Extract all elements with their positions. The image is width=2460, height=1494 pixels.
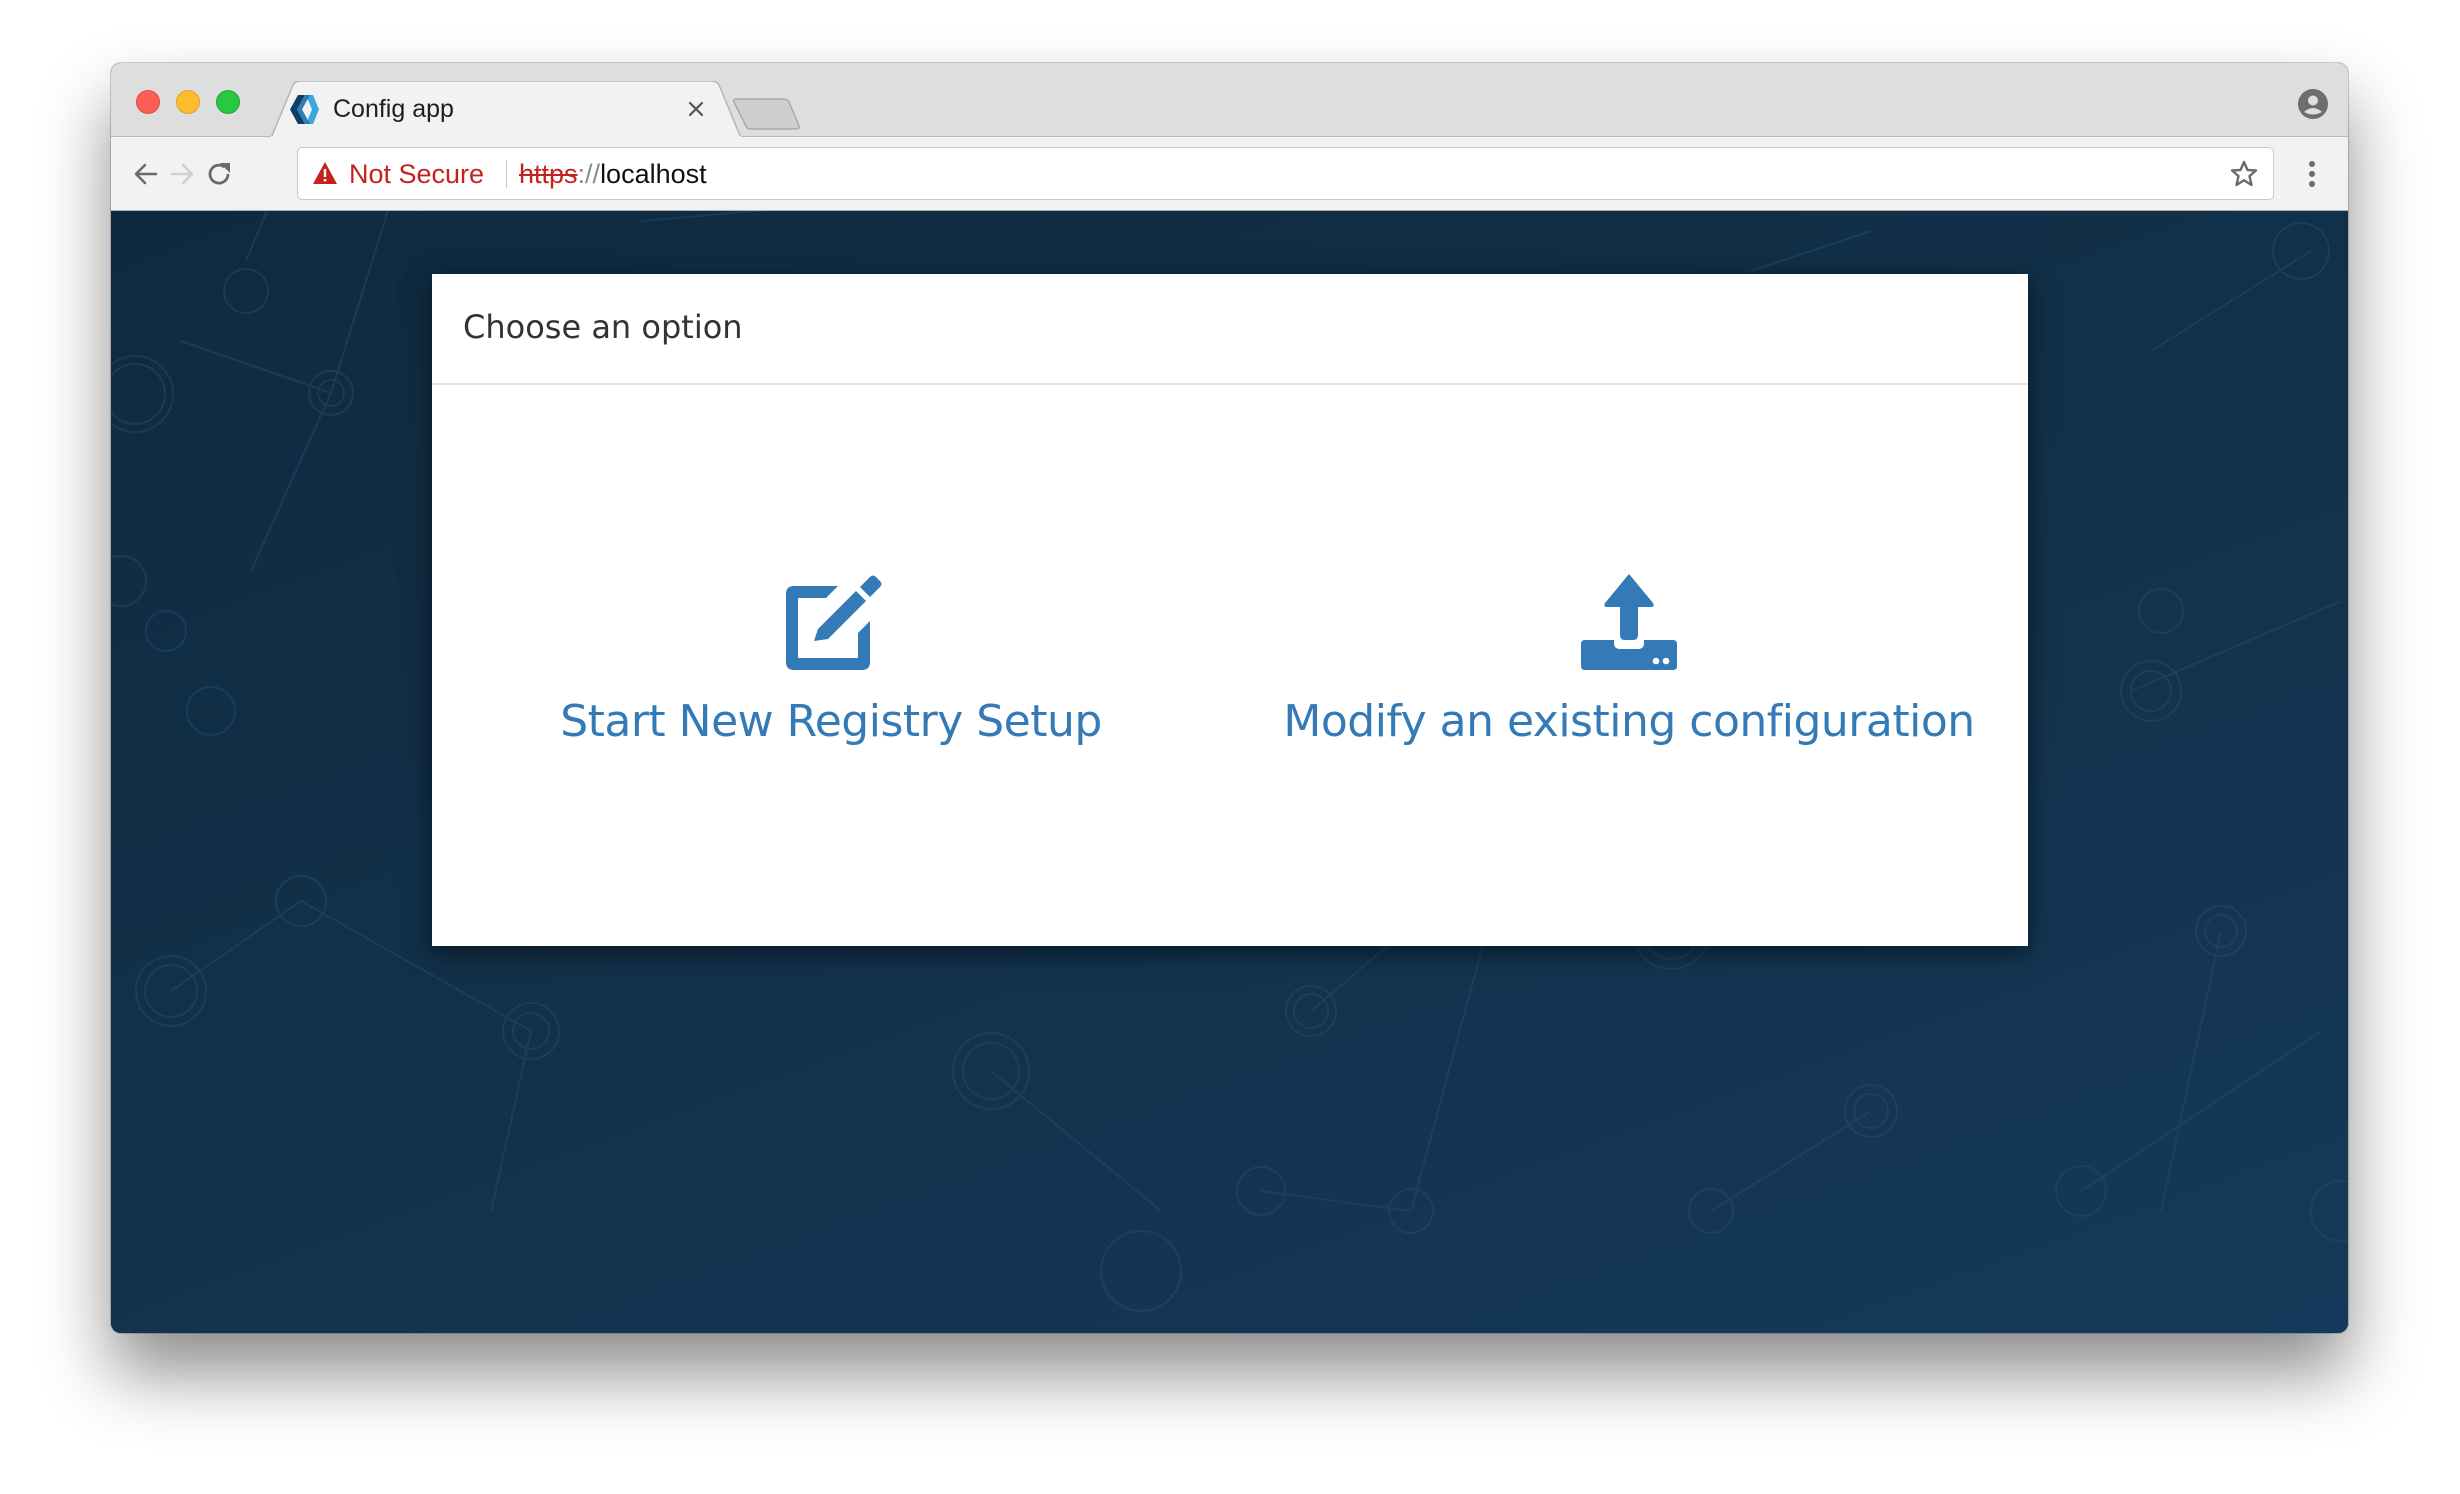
address-bar[interactable]: Not Secure https://localhost xyxy=(297,147,2274,200)
browser-window: Config app Not Secure https://localhost … xyxy=(111,63,2348,1333)
url-host: localhost xyxy=(600,159,707,189)
upload-icon xyxy=(1581,574,1677,670)
more-vertical-icon[interactable] xyxy=(2299,157,2325,191)
start-new-registry-setup-option[interactable]: Start New Registry Setup xyxy=(432,573,1230,763)
maximize-window-button[interactable] xyxy=(216,90,240,114)
url-separator: :// xyxy=(577,159,601,189)
card-title: Choose an option xyxy=(463,308,743,346)
options-list: Start New Registry Setup Modify an exist… xyxy=(432,385,2028,946)
options-card: Choose an option Start New Registry Setu… xyxy=(432,274,2028,946)
page-content: Choose an option Start New Registry Setu… xyxy=(111,211,2348,1333)
card-header: Choose an option xyxy=(432,274,2028,385)
close-window-button[interactable] xyxy=(136,90,160,114)
modify-existing-configuration-option[interactable]: Modify an existing configuration xyxy=(1230,573,2028,763)
arrow-left-icon[interactable] xyxy=(131,159,161,189)
edit-icon xyxy=(786,575,882,670)
new-tab-button[interactable] xyxy=(732,97,802,131)
star-icon[interactable] xyxy=(2229,159,2259,189)
close-icon[interactable] xyxy=(683,96,709,122)
url-text[interactable]: https://localhost xyxy=(519,158,707,190)
user-circle-icon[interactable] xyxy=(2297,88,2329,120)
option-label: Modify an existing configuration xyxy=(1283,696,1975,747)
reload-icon[interactable] xyxy=(204,159,234,189)
option-label: Start New Registry Setup xyxy=(560,696,1102,747)
warning-triangle-icon xyxy=(313,162,337,184)
browser-toolbar: Not Secure https://localhost xyxy=(111,137,2348,211)
tab-config-app[interactable]: Config app xyxy=(271,81,741,138)
address-separator xyxy=(506,160,507,188)
config-app-logo-icon xyxy=(290,95,319,124)
url-scheme: https xyxy=(519,159,578,189)
minimize-window-button[interactable] xyxy=(176,90,200,114)
security-label[interactable]: Not Secure xyxy=(349,158,484,190)
tab-title: Config app xyxy=(333,95,454,123)
arrow-right-icon[interactable] xyxy=(167,159,197,189)
tab-strip: Config app xyxy=(111,63,2348,138)
